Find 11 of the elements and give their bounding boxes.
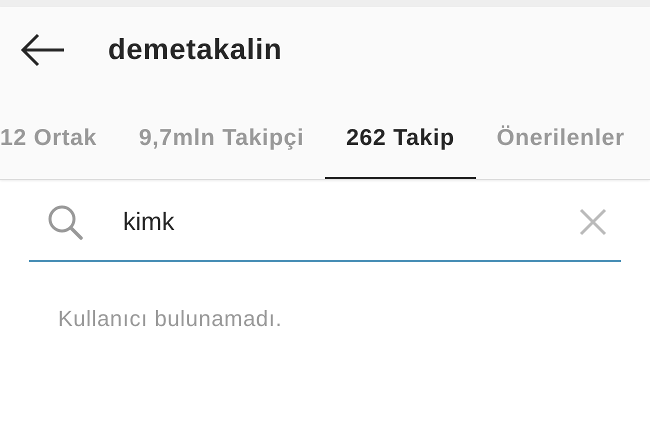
tab[interactable]: Önerilenler: [476, 93, 646, 179]
profile-username: demetakalin: [108, 34, 282, 66]
no-results-message: Kullanıcı bulunamadı.: [58, 306, 284, 332]
search-input[interactable]: kimk: [123, 208, 579, 236]
tab[interactable]: 12 Ortak: [0, 93, 118, 179]
back-button[interactable]: [20, 33, 66, 67]
close-icon: [579, 208, 607, 236]
back-arrow-icon: [20, 33, 66, 67]
search-icon: [47, 204, 83, 240]
tab[interactable]: 262 Takip: [325, 93, 476, 179]
tab[interactable]: 9,7mln Takipçi: [118, 93, 326, 179]
